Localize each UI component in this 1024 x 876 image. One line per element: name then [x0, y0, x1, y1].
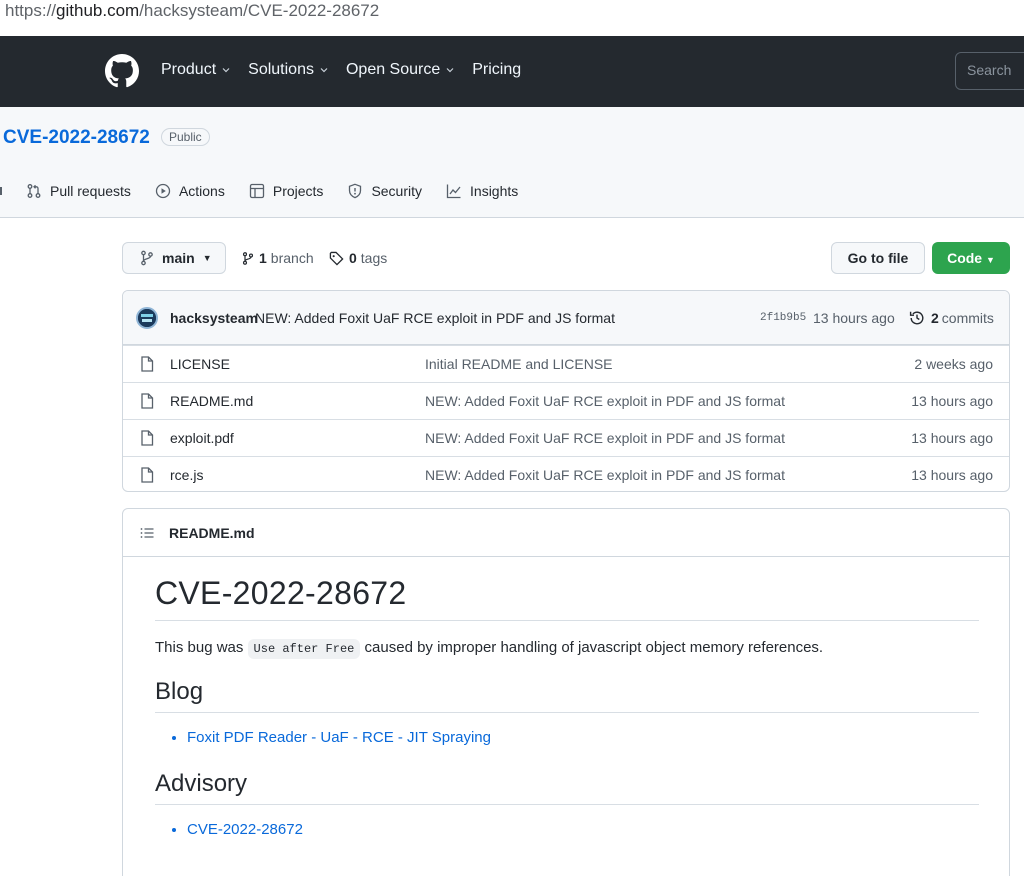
main-nav: Product Solutions Open Source Pricing	[161, 61, 538, 79]
commit-time: 13 hours ago	[813, 310, 895, 326]
tab-actions[interactable]: Actions	[155, 183, 225, 199]
list-item: CVE-2022-28672	[187, 821, 979, 838]
graph-icon	[446, 184, 461, 199]
advisory-list: CVE-2022-28672	[187, 821, 979, 838]
file-name[interactable]: exploit.pdf	[170, 430, 234, 446]
branch-select-button[interactable]: main ▼	[122, 242, 226, 274]
commits-link[interactable]: 2 commits	[909, 310, 994, 326]
chevron-down-icon	[222, 68, 230, 73]
tab-insights[interactable]: Insights	[446, 183, 518, 199]
repo-tabs: Pull requests Actions Projects Security …	[0, 183, 542, 199]
file-row[interactable]: exploit.pdf NEW: Added Foxit UaF RCE exp…	[123, 419, 1009, 456]
file-name[interactable]: rce.js	[170, 467, 203, 483]
repo-header: CVE-2022-28672 Public Pull requests Acti…	[0, 107, 1024, 218]
file-age: 13 hours ago	[911, 467, 993, 483]
branch-icon	[141, 250, 153, 266]
readme-intro: This bug was Use after Free caused by im…	[155, 639, 979, 659]
list-icon[interactable]	[139, 525, 155, 541]
browser-address-bar[interactable]: https://github.com/hacksysteam/CVE-2022-…	[0, 0, 1024, 36]
file-name[interactable]: LICENSE	[170, 356, 230, 372]
blog-link[interactable]: Foxit PDF Reader - UaF - RCE - JIT Spray…	[187, 729, 491, 746]
file-icon	[141, 393, 154, 409]
file-commit-message[interactable]: NEW: Added Foxit UaF RCE exploit in PDF …	[425, 393, 785, 409]
site-header: Product Solutions Open Source Pricing Se…	[0, 36, 1024, 107]
latest-commit-bar: hacksysteam NEW: Added Foxit UaF RCE exp…	[123, 291, 1009, 345]
file-icon	[141, 467, 154, 483]
avatar-image	[138, 309, 156, 327]
file-row[interactable]: rce.js NEW: Added Foxit UaF RCE exploit …	[123, 456, 1009, 491]
tab-security[interactable]: Security	[347, 183, 422, 199]
chevron-down-icon	[320, 68, 328, 73]
file-age: 13 hours ago	[911, 430, 993, 446]
play-icon	[155, 183, 171, 199]
inline-code: Use after Free	[247, 639, 361, 659]
tab-overflow-edge	[0, 187, 2, 195]
github-logo-icon[interactable]	[105, 54, 139, 88]
readme-header: README.md	[123, 509, 1009, 557]
shield-icon	[349, 183, 362, 199]
table-icon	[249, 183, 265, 199]
address-url[interactable]: https://github.com/hacksysteam/CVE-2022-…	[5, 1, 379, 21]
tab-pull-requests[interactable]: Pull requests	[26, 183, 131, 199]
avatar[interactable]	[136, 307, 158, 329]
nav-product[interactable]: Product	[161, 61, 231, 79]
advisory-link[interactable]: CVE-2022-28672	[187, 821, 303, 838]
tab-projects[interactable]: Projects	[249, 183, 323, 199]
caret-down-icon: ▼	[202, 253, 212, 263]
branches-link[interactable]: 1 branch	[242, 250, 314, 266]
commit-message[interactable]: NEW: Added Foxit UaF RCE exploit in PDF …	[255, 310, 615, 326]
file-commit-message[interactable]: NEW: Added Foxit UaF RCE exploit in PDF …	[425, 430, 785, 446]
list-item: Foxit PDF Reader - UaF - RCE - JIT Spray…	[187, 729, 979, 746]
search-input[interactable]: Search	[955, 52, 1024, 90]
file-commit-message[interactable]: Initial README and LICENSE	[425, 356, 613, 372]
tags-link[interactable]: 0 tags	[329, 250, 387, 266]
commit-author[interactable]: hacksysteam	[170, 310, 258, 326]
branch-icon	[242, 251, 254, 265]
visibility-badge: Public	[161, 128, 210, 146]
caret-down-icon: ▼	[985, 255, 995, 265]
history-icon	[909, 311, 924, 325]
code-button[interactable]: Code ▼	[932, 242, 1010, 274]
nav-open-source[interactable]: Open Source	[346, 61, 455, 79]
readme-title: CVE-2022-28672	[155, 575, 979, 621]
nav-pricing[interactable]: Pricing	[472, 61, 521, 79]
tag-icon	[329, 251, 344, 266]
readme-body: CVE-2022-28672 This bug was Use after Fr…	[155, 575, 979, 862]
repo-name-link[interactable]: CVE-2022-28672	[3, 127, 150, 149]
file-row[interactable]: LICENSE Initial README and LICENSE 2 wee…	[123, 345, 1009, 382]
pull-request-icon	[27, 184, 41, 198]
readme-panel: README.md CVE-2022-28672 This bug was Us…	[122, 508, 1010, 876]
file-age: 13 hours ago	[911, 393, 993, 409]
file-age: 2 weeks ago	[914, 356, 993, 372]
nav-solutions[interactable]: Solutions	[248, 61, 329, 79]
advisory-heading: Advisory	[155, 770, 979, 805]
file-name[interactable]: README.md	[170, 393, 253, 409]
readme-filename: README.md	[169, 524, 255, 541]
file-commit-message[interactable]: NEW: Added Foxit UaF RCE exploit in PDF …	[425, 467, 785, 483]
blog-heading: Blog	[155, 678, 979, 713]
commit-sha[interactable]: 2f1b9b5	[760, 312, 806, 324]
file-icon	[141, 430, 154, 446]
file-browser: hacksysteam NEW: Added Foxit UaF RCE exp…	[122, 290, 1010, 492]
go-to-file-button[interactable]: Go to file	[831, 242, 925, 274]
file-icon	[141, 356, 154, 372]
blog-list: Foxit PDF Reader - UaF - RCE - JIT Spray…	[187, 729, 979, 746]
chevron-down-icon	[446, 68, 454, 73]
file-row[interactable]: README.md NEW: Added Foxit UaF RCE explo…	[123, 382, 1009, 419]
